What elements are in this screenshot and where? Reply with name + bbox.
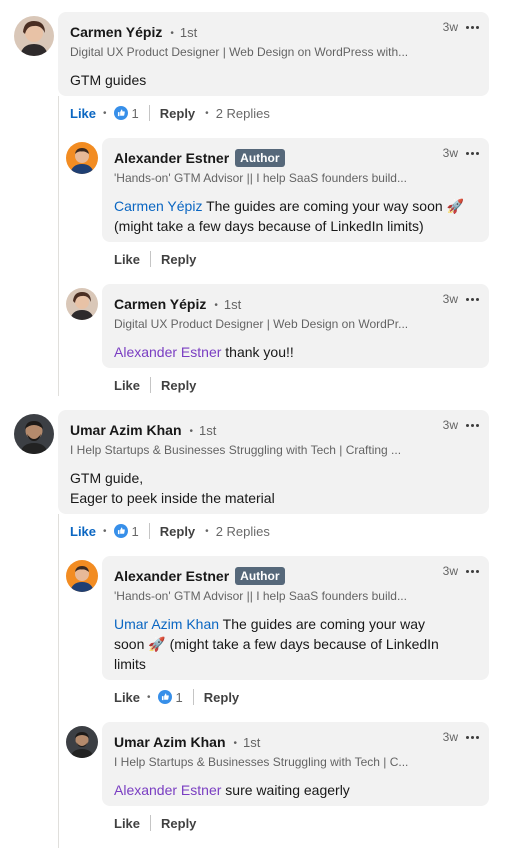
timestamp: 3w [442, 564, 458, 578]
reply-actions: Like Reply [114, 375, 196, 395]
reply-text: Alexander Estner sure waiting eagerly [114, 782, 350, 798]
avatar[interactable] [66, 288, 98, 320]
replies-link[interactable]: 2 Replies [216, 106, 270, 121]
like-thumb-icon [113, 524, 128, 538]
author-name[interactable]: Umar Azim Khan [114, 734, 226, 750]
author-headline: Digital UX Product Designer | Web Design… [70, 45, 409, 59]
more-options-icon[interactable] [466, 297, 479, 301]
like-thumb-icon [113, 106, 128, 120]
reply-button[interactable]: Reply [204, 690, 239, 705]
comment-bubble: Umar Azim Khan 1st I Help Startups & Bus… [58, 410, 489, 514]
reply-bubble: Carmen Yépiz 1st Digital UX Product Desi… [102, 284, 489, 368]
author-headline: 'Hands-on' GTM Advisor || I help SaaS fo… [114, 589, 407, 603]
connection-degree: 1st [234, 735, 260, 750]
author-badge: Author [235, 567, 285, 585]
avatar[interactable] [66, 560, 98, 592]
reaction-count[interactable]: 1 [113, 106, 139, 121]
mention-link[interactable]: Alexander Estner [114, 344, 221, 360]
author-name[interactable]: Alexander Estner [114, 568, 229, 584]
mention-link[interactable]: Umar Azim Khan [114, 616, 219, 632]
more-options-icon[interactable] [466, 151, 479, 155]
like-thumb-icon [157, 690, 172, 704]
comment-bubble: Carmen Yépiz 1st Digital UX Product Desi… [58, 12, 489, 96]
avatar[interactable] [66, 726, 98, 758]
author-badge: Author [235, 149, 285, 167]
like-button[interactable]: Like [114, 816, 140, 831]
like-button[interactable]: Like [114, 378, 140, 393]
reply-bubble: Umar Azim Khan 1st I Help Startups & Bus… [102, 722, 489, 806]
author-headline: 'Hands-on' GTM Advisor || I help SaaS fo… [114, 171, 407, 185]
author-name[interactable]: Umar Azim Khan [70, 422, 182, 438]
timestamp: 3w [442, 730, 458, 744]
reply-button[interactable]: Reply [161, 252, 196, 267]
thread-line-1 [58, 96, 59, 396]
author-name[interactable]: Alexander Estner [114, 150, 229, 166]
mention-link[interactable]: Alexander Estner [114, 782, 221, 798]
comment-text: GTM guides [70, 72, 147, 88]
like-button[interactable]: Like [70, 524, 96, 539]
reaction-count[interactable]: 1 [113, 524, 139, 539]
more-options-icon[interactable] [466, 25, 479, 29]
reply-text: Umar Azim Khan The guides are coming you… [114, 616, 439, 672]
reply-button[interactable]: Reply [160, 106, 195, 121]
reply-bubble: Alexander Estner Author 'Hands-on' GTM A… [102, 138, 489, 242]
more-options-icon[interactable] [466, 569, 479, 573]
timestamp: 3w [442, 146, 458, 160]
avatar[interactable] [14, 414, 54, 454]
avatar[interactable] [66, 142, 98, 174]
more-options-icon[interactable] [466, 423, 479, 427]
replies-link[interactable]: 2 Replies [216, 524, 270, 539]
author-name[interactable]: Carmen Yépiz [70, 24, 162, 40]
like-button[interactable]: Like [114, 252, 140, 267]
reply-text: Carmen Yépiz The guides are coming your … [114, 198, 464, 234]
comment-text: GTM guide, Eager to peek inside the mate… [70, 470, 275, 506]
author-headline: I Help Startups & Businesses Struggling … [70, 443, 402, 457]
thread-line-2 [58, 514, 59, 848]
reply-actions: Like • 1 Reply [114, 689, 240, 705]
connection-degree: 1st [190, 423, 216, 438]
author-name[interactable]: Carmen Yépiz [114, 296, 206, 312]
author-headline: I Help Startups & Businesses Struggling … [114, 755, 409, 769]
author-headline: Digital UX Product Designer | Web Design… [114, 317, 409, 331]
timestamp: 3w [442, 418, 458, 432]
reply-button[interactable]: Reply [161, 378, 196, 393]
reply-text: Alexander Estner thank you!! [114, 344, 294, 360]
more-options-icon[interactable] [466, 735, 479, 739]
like-button[interactable]: Like [70, 106, 96, 121]
mention-link[interactable]: Carmen Yépiz [114, 198, 202, 214]
timestamp: 3w [442, 20, 458, 34]
reply-actions: Like Reply [114, 813, 196, 833]
reply-bubble: Alexander Estner Author 'Hands-on' GTM A… [102, 556, 489, 680]
timestamp: 3w [442, 292, 458, 306]
connection-degree: 1st [214, 297, 241, 312]
comment-actions: Like • 1 Reply • 2 Replies [70, 105, 270, 121]
reaction-count[interactable]: 1 [157, 690, 183, 705]
reply-actions: Like Reply [114, 249, 196, 269]
reply-button[interactable]: Reply [161, 816, 196, 831]
comment-actions: Like • 1 Reply • 2 Replies [70, 523, 270, 539]
connection-degree: 1st [170, 25, 197, 40]
like-button[interactable]: Like [114, 690, 140, 705]
avatar[interactable] [14, 16, 54, 56]
reply-button[interactable]: Reply [160, 524, 195, 539]
